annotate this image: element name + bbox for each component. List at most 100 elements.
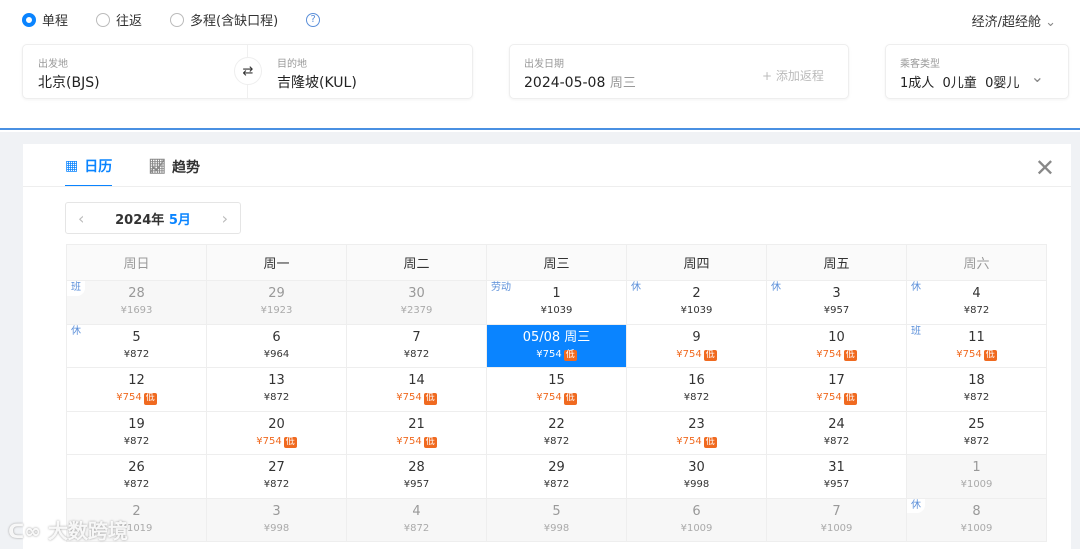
calendar-day[interactable]: 13 ¥872: [206, 367, 347, 412]
low-price-badge: 低: [283, 436, 297, 448]
passenger-label: 乘客类型: [900, 59, 940, 70]
destination-field[interactable]: 目的地 吉隆坡(KUL): [263, 45, 473, 98]
calendar-day[interactable]: 25 ¥872: [906, 410, 1047, 455]
year-text: 2024年: [115, 212, 165, 228]
day-price: ¥754: [816, 392, 842, 404]
radio-circle[interactable]: [96, 12, 111, 27]
calendar-day[interactable]: 劳动 1 ¥1039: [486, 280, 627, 325]
day-price: ¥1009: [820, 522, 853, 534]
day-number: 8: [972, 503, 981, 519]
calendar-day[interactable]: 班 11 ¥754 低: [906, 323, 1047, 368]
calendar-day[interactable]: 3 ¥998: [206, 497, 347, 542]
holiday-tag: 班: [907, 324, 925, 339]
radio-one-way[interactable]: 单程: [22, 10, 68, 29]
route-card: 出发地 北京(BJS) ⇄ 目的地 吉隆坡(KUL): [22, 44, 473, 99]
calendar-day[interactable]: 31 ¥957: [766, 454, 907, 499]
calendar-day[interactable]: 26 ¥872: [66, 454, 207, 499]
calendar-day[interactable]: 14 ¥754 低: [346, 367, 487, 412]
help-icon[interactable]: ?: [306, 12, 321, 27]
tab-trend[interactable]: 📈︎ 趋势: [148, 156, 200, 187]
day-price: ¥872: [543, 435, 570, 447]
calendar-day[interactable]: 23 ¥754 低: [626, 410, 767, 455]
day-price: ¥1009: [960, 522, 993, 534]
calendar-day-selected[interactable]: 05/08 周三 ¥754 低: [486, 323, 627, 368]
calendar-day[interactable]: 6 ¥1009: [626, 497, 767, 542]
calendar-day[interactable]: 30 ¥2379: [346, 280, 487, 325]
day-number: 9: [692, 329, 701, 345]
calendar-day[interactable]: 4 ¥872: [346, 497, 487, 542]
day-price: ¥754: [396, 392, 422, 404]
calendar-day[interactable]: 班 28 ¥1693: [66, 280, 207, 325]
day-price: ¥998: [543, 522, 570, 534]
calendar-day[interactable]: 17 ¥754 低: [766, 367, 907, 412]
day-price: ¥872: [403, 522, 430, 534]
passenger-card[interactable]: 乘客类型 1成人 0儿童 0婴儿 ⌄: [885, 44, 1069, 99]
cabin-select[interactable]: 经济/超经舱 ⌄: [972, 11, 1056, 30]
calendar-day[interactable]: 9 ¥754 低: [626, 323, 767, 368]
day-price: ¥872: [543, 479, 570, 491]
calendar-day[interactable]: 29 ¥872: [486, 454, 627, 499]
day-price: ¥998: [263, 522, 290, 534]
day-price: ¥1009: [960, 479, 993, 491]
close-icon[interactable]: ✕: [1035, 154, 1055, 182]
day-number: 16: [688, 373, 705, 388]
radio-multi-city[interactable]: 多程(含缺口程): [170, 10, 278, 29]
date-weekday: 周三: [609, 76, 636, 91]
calendar-day[interactable]: 19 ¥872: [66, 410, 207, 455]
holiday-tag: 休: [907, 281, 925, 296]
calendar-day[interactable]: 24 ¥872: [766, 410, 907, 455]
origin-field[interactable]: 出发地 北京(BJS): [23, 45, 248, 98]
day-number: 10: [828, 329, 845, 345]
date-card[interactable]: 出发日期 2024-05-08 周三 + 添加返程: [509, 44, 849, 99]
calendar-day[interactable]: 29 ¥1923: [206, 280, 347, 325]
calendar-day[interactable]: 27 ¥872: [206, 454, 347, 499]
search-bar: 单程 往返 多程(含缺口程) ? 经济/超经舱 ⌄ 出发地 北京(BJS) ⇄ …: [0, 0, 1080, 130]
calendar-day[interactable]: 休 4 ¥872: [906, 280, 1047, 325]
calendar-day[interactable]: 21 ¥754 低: [346, 410, 487, 455]
calendar-day[interactable]: 休 2 ¥1039: [626, 280, 767, 325]
tab-calendar[interactable]: ▦ 日历: [65, 156, 113, 187]
day-price: ¥872: [123, 479, 150, 491]
day-price: ¥754: [676, 435, 702, 447]
calendar-day[interactable]: 休 3 ¥957: [766, 280, 907, 325]
weekday-header: 周三: [486, 244, 627, 281]
calendar-day[interactable]: 5 ¥998: [486, 497, 627, 542]
calendar-day[interactable]: 22 ¥872: [486, 410, 627, 455]
calendar-day[interactable]: 休 5 ¥872: [66, 323, 207, 368]
calendar-day[interactable]: 20 ¥754 低: [206, 410, 347, 455]
swap-icon[interactable]: ⇄: [234, 57, 262, 85]
calendar-panel: ▦ 日历 📈︎ 趋势 ✕ ‹ 2024年 5月 › 周日 周一 周二 周三 周四 周五 周六 班…: [23, 144, 1071, 549]
radio-round-trip[interactable]: 往返: [96, 10, 142, 29]
low-price-badge: 低: [843, 349, 857, 361]
calendar-day[interactable]: 1 ¥1009: [906, 454, 1047, 499]
add-return-button[interactable]: + 添加返程: [762, 67, 824, 84]
calendar-day[interactable]: 16 ¥872: [626, 367, 767, 412]
calendar-day[interactable]: 30 ¥998: [626, 454, 767, 499]
calendar-day[interactable]: 12 ¥754 低: [66, 367, 207, 412]
chevron-right-icon[interactable]: ›: [222, 209, 228, 228]
day-number: 7: [412, 329, 421, 345]
radio-circle[interactable]: [22, 12, 36, 27]
calendar-day[interactable]: 休 8 ¥1009: [906, 497, 1047, 542]
calendar-day[interactable]: 7 ¥872: [346, 323, 487, 368]
calendar-row: 班 28 ¥1693 29 ¥1923 30 ¥2379 劳动 1 ¥1039 休 2 ¥1039 休 3 ¥…: [66, 280, 1047, 325]
month-label: 2024年 5月: [115, 209, 191, 228]
calendar-day[interactable]: 28 ¥957: [346, 454, 487, 499]
day-number: 6: [272, 329, 281, 345]
day-number: 7: [832, 503, 841, 519]
calendar-day[interactable]: 6 ¥964: [206, 323, 347, 368]
radio-circle[interactable]: [170, 12, 185, 27]
calendar-day[interactable]: 7 ¥1009: [766, 497, 907, 542]
chevron-left-icon[interactable]: ‹: [78, 209, 84, 228]
calendar-day[interactable]: 15 ¥754 低: [486, 367, 627, 412]
calendar-day[interactable]: 18 ¥872: [906, 367, 1047, 412]
day-number: 26: [128, 460, 145, 475]
day-number: 24: [828, 416, 845, 432]
holiday-tag: 休: [767, 281, 785, 296]
holiday-tag: 休: [907, 498, 925, 513]
day-price: ¥754: [256, 435, 282, 447]
calendar-row: 2 ¥1019 3 ¥998 4 ¥872 5 ¥998 6 ¥1009 7 ¥1009 休 8 ¥1009: [66, 497, 1047, 542]
weekday-header: 周四: [626, 244, 767, 281]
calendar-day[interactable]: 10 ¥754 低: [766, 323, 907, 368]
low-price-badge: 低: [703, 436, 717, 448]
